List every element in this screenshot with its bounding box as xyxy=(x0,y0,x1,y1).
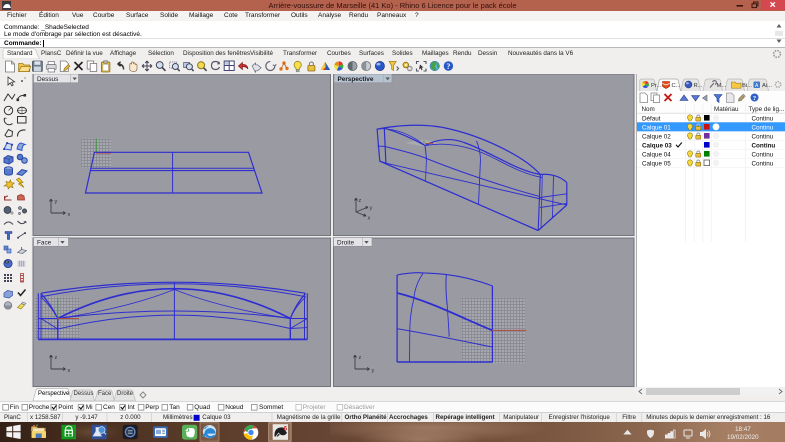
svg-text:x: x xyxy=(68,368,71,374)
svg-text:Calque 05: Calque 05 xyxy=(642,160,671,167)
svg-text:Calque 01: Calque 01 xyxy=(642,124,671,131)
svg-text:?: ? xyxy=(446,62,450,71)
svg-text:Ai...: Ai... xyxy=(762,83,772,89)
svg-text:Continu: Continu xyxy=(752,124,774,131)
svg-text:Continu: Continu xyxy=(752,133,774,140)
svg-text:Défaut: Défaut xyxy=(642,115,661,122)
svg-text:Continu: Continu xyxy=(752,142,776,149)
svg-text:19/02/2020: 19/02/2020 xyxy=(727,434,759,441)
svg-text:Continu: Continu xyxy=(752,151,774,158)
svg-text:Droite: Droite xyxy=(337,239,354,246)
svg-text:M...: M... xyxy=(717,83,727,89)
svg-text:Nom: Nom xyxy=(642,106,655,113)
svg-text:y: y xyxy=(370,206,373,212)
svg-text:6: 6 xyxy=(284,426,288,433)
svg-text:x: x xyxy=(68,212,71,218)
svg-text:?: ? xyxy=(753,95,756,102)
svg-text:Type de lig...: Type de lig... xyxy=(749,106,785,113)
svg-text:Calque 02: Calque 02 xyxy=(642,133,671,140)
svg-text:y: y xyxy=(372,368,375,374)
svg-text:Bi...: Bi... xyxy=(742,83,752,89)
svg-text:R...: R... xyxy=(694,83,703,89)
svg-text:Calque 03: Calque 03 xyxy=(642,142,672,149)
svg-text:z: z xyxy=(55,355,58,361)
svg-text:18:47: 18:47 xyxy=(735,426,751,433)
svg-text:y: y xyxy=(55,199,58,205)
svg-text:Pr...: Pr... xyxy=(651,83,662,89)
svg-text:z: z xyxy=(359,355,362,361)
svg-text:Face: Face xyxy=(37,239,52,246)
svg-text:x: x xyxy=(368,216,371,222)
svg-text:C...: C... xyxy=(672,83,681,89)
svg-text:z: z xyxy=(359,198,362,204)
svg-text:Perspective: Perspective xyxy=(338,76,374,83)
svg-text:Dessus: Dessus xyxy=(37,76,58,83)
svg-text:Continu: Continu xyxy=(752,160,774,167)
svg-text:Matériau: Matériau xyxy=(714,106,739,113)
svg-text:Calque 04: Calque 04 xyxy=(642,151,671,158)
svg-text:Continu: Continu xyxy=(752,115,774,122)
